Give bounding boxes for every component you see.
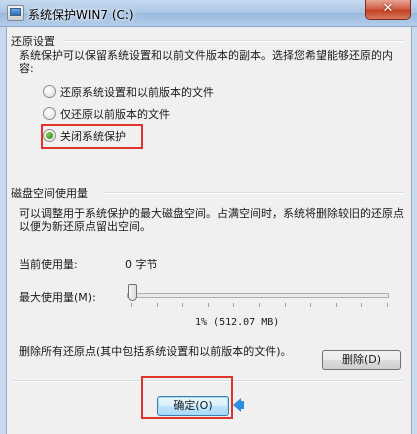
section-divider [103,192,405,194]
highlight-box-turn-off [41,124,143,149]
section-divider [65,40,405,42]
restore-settings-label: 还原设置 [11,35,55,48]
max-usage-value: 1% (512.07 MB) [195,317,280,328]
max-usage-label: 最大使用量(M): [19,291,96,304]
slider-tick [259,303,260,307]
radio-label: 还原系统设置和以前版本的文件 [60,86,214,99]
slider-tick [335,303,337,307]
disk-usage-label: 磁盘空间使用量 [11,187,88,200]
current-usage-label: 当前使用量: [19,258,78,271]
slider-tick [233,303,235,307]
max-usage-slider-thumb[interactable] [127,284,137,301]
pointer-arrow-tail [240,401,244,409]
slider-tick [361,303,363,307]
computer-icon [7,5,24,21]
slider-tick [284,303,286,307]
close-button[interactable]: ✕ [365,0,411,20]
dialog-content: 还原设置 系统保护可以保留系统设置和以前文件版本的副本。选择您希望能够还原的内容… [6,27,412,434]
window-frame: 还原设置 系统保护可以保留系统设置和以前文件版本的副本。选择您希望能够还原的内容… [0,27,417,434]
delete-button[interactable]: 删除(D) [322,350,401,370]
window-title: 系统保护WIN7 (C:) [28,8,134,22]
radio-button[interactable] [43,107,56,120]
highlight-box-ok [141,376,233,419]
slider-tick [182,303,184,307]
radio-label: 仅还原以前版本的文件 [60,108,170,121]
current-usage-value: 0 字节 [125,258,158,271]
slider-tick [131,303,132,307]
max-usage-slider-track[interactable] [127,293,389,298]
slider-tick [156,303,158,307]
disk-usage-description: 可以调整用于系统保护的最大磁盘空间。占满空间时，系统将删除较旧的还原点以便为新还… [19,207,404,233]
title-bar: 系统保护WIN7 (C:) ✕ [0,0,417,27]
slider-tick [387,303,388,307]
radio-button[interactable] [43,85,56,98]
slider-tick [310,303,312,307]
slider-tick [207,303,209,307]
delete-description: 删除所有还原点(其中包括系统设置和以前版本的文件)。 [19,345,292,358]
restore-settings-description: 系统保护可以保留系统设置和以前文件版本的副本。选择您希望能够还原的内容: [19,49,393,75]
